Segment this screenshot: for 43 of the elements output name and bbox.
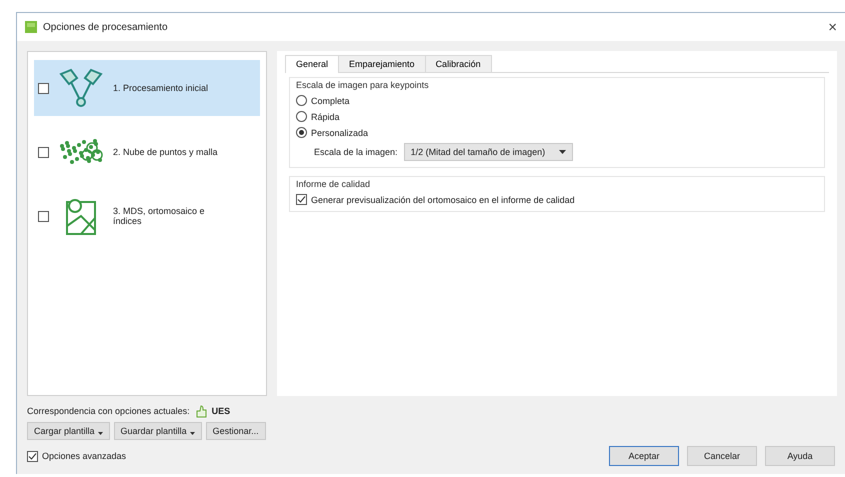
template-button[interactable]: Cargar plantilla xyxy=(27,422,110,440)
checkbox-label: Generar previsualización del ortomosaico en el informe de calidad xyxy=(311,194,575,204)
checkbox[interactable] xyxy=(38,82,49,94)
radio-label: Completa xyxy=(311,96,350,106)
radio-button[interactable] xyxy=(296,111,307,122)
step-item[interactable]: 2. Nube de puntos y malla xyxy=(34,124,260,180)
checkbox[interactable] xyxy=(38,146,49,158)
checkbox[interactable] xyxy=(27,450,38,462)
dialog-button[interactable]: Cancelar xyxy=(687,446,757,466)
template-button[interactable]: Gestionar... xyxy=(206,422,266,440)
checkbox-label: Opciones avanzadas xyxy=(42,451,126,461)
tab[interactable]: General xyxy=(285,55,340,73)
checkbox[interactable] xyxy=(296,194,307,205)
caret-icon xyxy=(190,432,195,435)
radio-button[interactable] xyxy=(296,95,307,106)
match-label: Correspondencia con opciones actuales: xyxy=(27,406,190,416)
app-icon xyxy=(25,21,37,33)
checkbox[interactable] xyxy=(38,210,49,222)
radio-label: Rápida xyxy=(311,112,340,122)
step-item[interactable]: 3. MDS, ortomosaico e índices xyxy=(34,188,260,244)
radio-label: Personalizada xyxy=(311,128,368,138)
point-cloud-icon xyxy=(57,137,105,167)
dropdown-arrow-icon xyxy=(559,150,566,154)
tab[interactable]: Calibración xyxy=(424,55,492,72)
group-title: Escala de imagen para keypoints xyxy=(296,80,430,90)
caret-icon xyxy=(98,432,103,435)
keypoints-icon xyxy=(57,68,105,108)
step-label: 1. Procesamiento inicial xyxy=(113,83,210,93)
dialog-button[interactable]: Aceptar xyxy=(609,446,679,466)
scale-dropdown[interactable]: 1/2 (Mitad del tamaño de imagen) xyxy=(404,143,574,161)
tab[interactable]: Emparejamiento xyxy=(338,55,426,72)
step-item[interactable]: 1. Procesamiento inicial xyxy=(34,60,260,116)
template-button[interactable]: Guardar plantilla xyxy=(114,422,202,440)
window-title: Opciones de procesamiento xyxy=(43,22,169,32)
step-label: 2. Nube de puntos y malla xyxy=(113,147,219,157)
radio-button[interactable] xyxy=(296,127,307,138)
thumbs-up-icon xyxy=(194,404,207,418)
close-button[interactable]: × xyxy=(820,18,845,36)
scale-label: Escala de la imagen: xyxy=(314,147,398,157)
match-value: UES xyxy=(212,406,230,416)
dialog-button[interactable]: Ayuda xyxy=(765,446,835,466)
step-label: 3. MDS, ortomosaico e índices xyxy=(113,206,206,226)
group-title: Informe de calidad xyxy=(296,179,372,189)
